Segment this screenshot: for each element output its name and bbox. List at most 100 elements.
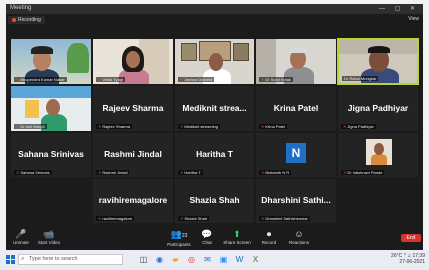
participant-avatar: N bbox=[286, 143, 306, 163]
window-titlebar: Meeting — ▢ ✕ bbox=[6, 4, 423, 14]
system-tray[interactable]: 26°C ^ ♫ 17:39 27-06-2021 bbox=[391, 253, 425, 265]
share-screen-button[interactable]: ⬆ Share Screen bbox=[222, 229, 252, 245]
participant-tile[interactable]: N ✕Nishanth N R bbox=[255, 132, 337, 178]
participant-tile[interactable]: ✕Jashna Dwivedi bbox=[174, 38, 255, 85]
participant-name-tag: ✕Mediknit streaming bbox=[178, 124, 220, 129]
participant-tile[interactable]: Shazia Shah ✕Shazia Shah bbox=[174, 178, 255, 224]
muted-mic-icon: ✕ bbox=[180, 124, 184, 129]
participant-tile[interactable]: ✕Dr Anil Manjili bbox=[10, 85, 92, 132]
participant-display-name: ravihiremagalore bbox=[98, 195, 168, 205]
muted-mic-icon: ✕ bbox=[180, 216, 184, 221]
meeting-toolbar: 🎤 Unmute 📹 Start Video 👥23 Participants 💬 Ch… bbox=[6, 228, 423, 250]
record-button[interactable]: ⏺ Record bbox=[254, 229, 284, 245]
mail-icon[interactable]: ✉ bbox=[202, 254, 213, 265]
chat-button[interactable]: 💬 Chat bbox=[192, 229, 222, 245]
participant-name-tag: ✕Rashmi Jindal bbox=[96, 170, 130, 175]
screen: Meeting — ▢ ✕ Recording View ✕Bhupendra … bbox=[0, 0, 429, 270]
participant-name-tag: ✕Dr Sunil Kotak bbox=[259, 77, 293, 82]
reactions-icon: ☺ bbox=[294, 229, 304, 239]
muted-mic-icon: ✕ bbox=[16, 170, 20, 175]
participant-display-name: Shazia Shah bbox=[189, 195, 240, 205]
edge-browser-icon[interactable]: ◉ bbox=[154, 254, 165, 265]
participant-name-tag: ✕Krina Patel bbox=[259, 124, 287, 129]
participant-name-tag: ✕Haritha T bbox=[178, 170, 203, 175]
participant-display-name: Mediknit strea... bbox=[182, 102, 247, 113]
taskbar-search-input[interactable]: ⌕ Type here to search bbox=[18, 254, 123, 265]
participant-tile[interactable]: Mediknit strea... ✕Mediknit streaming bbox=[174, 85, 255, 132]
participants-button[interactable]: 👥23 Participants bbox=[164, 229, 194, 247]
participant-name-tag: ✕Dr Anil Manjili bbox=[14, 124, 47, 129]
windows-start-icon[interactable] bbox=[6, 255, 15, 264]
end-meeting-button[interactable]: End bbox=[401, 234, 421, 242]
participant-tile[interactable]: Krina Patel ✕Krina Patel bbox=[255, 85, 337, 132]
excel-icon[interactable]: X bbox=[250, 254, 261, 265]
participant-display-name: Rajeev Sharma bbox=[102, 102, 164, 113]
participant-name-tag: ✕ravihiremagalore bbox=[96, 216, 135, 221]
participant-tile[interactable]: ravihiremagalore ✕ravihiremagalore bbox=[92, 178, 174, 224]
word-icon[interactable]: W bbox=[234, 254, 245, 265]
participant-tile[interactable]: Jigna Padhiyar ✕Jigna Padhiyar bbox=[337, 85, 419, 132]
reactions-button[interactable]: ☺ Reactions bbox=[284, 229, 314, 245]
muted-mic-icon: ✕ bbox=[180, 170, 184, 175]
participant-tile[interactable]: ✕Dr Sunil Kotak bbox=[255, 38, 337, 85]
participant-name-tag: Dr Rahul Mungkar bbox=[342, 76, 379, 81]
participant-tile[interactable]: Haritha T ✕Haritha T bbox=[174, 132, 255, 178]
participants-icon: 👥23 bbox=[170, 229, 188, 239]
muted-mic-icon: ✕ bbox=[16, 124, 20, 129]
participant-name-tag: ✕Sahana Srinivas bbox=[14, 170, 52, 175]
participant-tile[interactable]: Rashmi Jindal ✕Rashmi Jindal bbox=[92, 132, 174, 178]
participant-tile[interactable]: Sahana Srinivas ✕Sahana Srinivas bbox=[10, 132, 92, 178]
view-button[interactable]: View bbox=[408, 16, 419, 22]
muted-mic-icon: ✕ bbox=[261, 170, 265, 175]
unmute-button[interactable]: 🎤 Unmute bbox=[6, 229, 36, 245]
participant-tile[interactable]: ✕Bhupendra Kumar Nasar bbox=[10, 38, 92, 85]
participant-name-tag: ✕Vinita Tyagi bbox=[96, 77, 125, 82]
record-icon: ⏺ bbox=[266, 229, 272, 239]
window-controls[interactable]: — ▢ ✕ bbox=[379, 5, 419, 12]
muted-mic-icon: ✕ bbox=[98, 216, 102, 221]
muted-mic-icon: ✕ bbox=[261, 124, 265, 129]
gallery-grid: ✕Bhupendra Kumar Nasar ✕Vinita Tyagi ✕Ja… bbox=[10, 38, 419, 224]
recording-label: Recording bbox=[18, 17, 41, 23]
search-icon: ⌕ bbox=[21, 256, 25, 262]
participant-name-tag: ✕Jigna Padhiyar bbox=[341, 124, 376, 129]
participant-display-name: Sahana Srinivas bbox=[18, 149, 84, 159]
chrome-icon[interactable]: ◎ bbox=[186, 254, 197, 265]
active-speaker-tile[interactable]: Dr Rahul Mungkar bbox=[337, 38, 419, 85]
participant-tile[interactable]: ✕Vinita Tyagi bbox=[92, 38, 174, 85]
muted-mic-icon: ✕ bbox=[343, 170, 347, 175]
participant-name-tag: ✕Rajeev Sharma bbox=[96, 124, 132, 129]
participant-name-tag: ✕Jashna Dwivedi bbox=[178, 77, 215, 82]
windows-taskbar: ⌕ Type here to search ◫ ◉ ▰ ◎ ✉ ▣ W X 26°… bbox=[0, 250, 429, 270]
zoom-app-icon[interactable]: ▣ bbox=[218, 254, 229, 265]
file-explorer-icon[interactable]: ▰ bbox=[170, 254, 181, 265]
participant-tile[interactable]: Dharshini Sathi... ✕Dharshini Sathishkum… bbox=[255, 178, 337, 224]
muted-mic-icon: ✕ bbox=[343, 124, 347, 129]
start-video-button[interactable]: 📹 Start Video bbox=[34, 229, 64, 245]
muted-mic-icon: ✕ bbox=[16, 77, 20, 82]
zoom-meeting-window: Recording View ✕Bhupendra Kumar Nasar ✕V… bbox=[6, 14, 423, 250]
muted-mic-icon: ✕ bbox=[98, 77, 102, 82]
participant-tile[interactable]: Rajeev Sharma ✕Rajeev Sharma bbox=[92, 85, 174, 132]
window-title: Meeting bbox=[10, 5, 32, 11]
muted-mic-icon: ✕ bbox=[98, 124, 102, 129]
participant-name-tag: ✕Bhupendra Kumar Nasar bbox=[14, 77, 67, 82]
chat-icon: 💬 bbox=[201, 229, 213, 239]
muted-mic-icon: ✕ bbox=[98, 170, 102, 175]
participant-display-name: Rashmi Jindal bbox=[104, 149, 162, 159]
participant-name-tag: ✕Dharshini Sathishkumar bbox=[259, 216, 310, 221]
participant-display-name: Jigna Padhiyar bbox=[347, 102, 409, 113]
clock-date: 27-06-2021 bbox=[399, 259, 425, 265]
participant-tile[interactable]: ✕Dr Vaishnavi Pande bbox=[337, 132, 419, 178]
participant-display-name: Dharshini Sathi... bbox=[261, 195, 331, 205]
task-view-icon[interactable]: ◫ bbox=[138, 254, 149, 265]
recording-indicator[interactable]: Recording bbox=[8, 16, 45, 24]
microphone-icon: 🎤 bbox=[15, 229, 27, 239]
participant-video bbox=[366, 139, 392, 165]
participant-name-tag: ✕Nishanth N R bbox=[259, 170, 292, 175]
record-dot-icon bbox=[12, 17, 16, 22]
share-screen-icon: ⬆ bbox=[233, 229, 241, 239]
muted-mic-icon: ✕ bbox=[180, 77, 184, 82]
participant-name-tag: ✕Shazia Shah bbox=[178, 216, 210, 221]
participant-display-name: Haritha T bbox=[196, 149, 233, 159]
